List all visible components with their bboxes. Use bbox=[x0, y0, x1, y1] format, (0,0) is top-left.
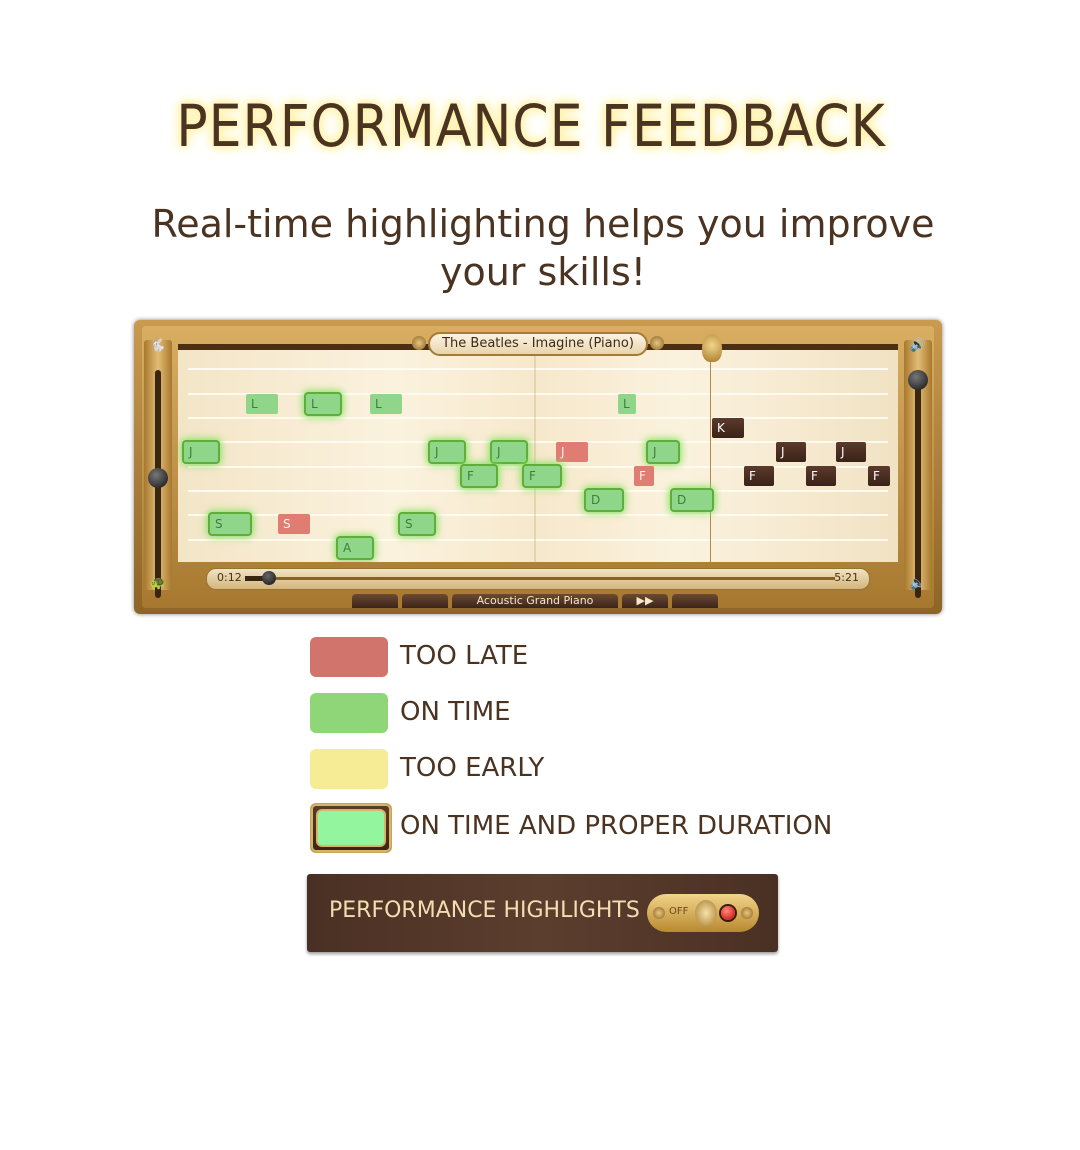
legend-label: TOO LATE bbox=[400, 641, 529, 671]
total-time: 5:21 bbox=[834, 571, 859, 584]
note-upcoming: F bbox=[744, 466, 774, 486]
page-subtitle: Real-time highlighting helps you improve… bbox=[151, 202, 935, 294]
legend-label: ON TIME bbox=[400, 697, 511, 727]
volume-slider-track[interactable] bbox=[908, 370, 928, 598]
note-upcoming: F bbox=[868, 466, 890, 486]
performance-highlights-label: PERFORMANCE HIGHLIGHTS bbox=[329, 898, 640, 923]
note-green: L bbox=[246, 394, 278, 414]
note-red: S bbox=[278, 514, 310, 534]
too-early-swatch bbox=[310, 749, 388, 789]
note-upcoming: J bbox=[776, 442, 806, 462]
performance-highlights-toggle[interactable]: OFF bbox=[647, 894, 759, 932]
note-proper: D bbox=[672, 490, 712, 510]
elapsed-time: 0:12 bbox=[217, 571, 242, 584]
turtle-icon: 🐢 bbox=[149, 576, 167, 591]
too-late-swatch bbox=[310, 637, 388, 677]
progress-bar[interactable]: 0:12 5:21 bbox=[206, 568, 870, 590]
progress-track[interactable] bbox=[245, 577, 835, 580]
speed-slider-knob[interactable] bbox=[148, 468, 168, 488]
progress-thumb[interactable] bbox=[261, 571, 276, 585]
note-upcoming: K bbox=[712, 418, 744, 438]
piano-player: 🐇 🐢 🔊 🔈 LLLLKJJJJJJJFFFFFFDDSSSA The Bea… bbox=[134, 320, 942, 614]
note-red: J bbox=[556, 442, 588, 462]
volume-rail: 🔊 🔈 bbox=[904, 338, 932, 598]
song-title: The Beatles - Imagine (Piano) bbox=[428, 332, 648, 356]
proper-duration-swatch bbox=[310, 803, 392, 853]
note-proper: D bbox=[586, 490, 622, 510]
note-proper: J bbox=[184, 442, 218, 462]
performance-highlights-panel: PERFORMANCE HIGHLIGHTS OFF bbox=[307, 874, 778, 952]
playhead-handle[interactable] bbox=[702, 334, 722, 362]
on-time-swatch bbox=[310, 693, 388, 733]
note-proper: S bbox=[210, 514, 250, 534]
rabbit-icon: 🐇 bbox=[149, 338, 167, 353]
volume-low-icon: 🔈 bbox=[909, 576, 927, 591]
note-proper: J bbox=[492, 442, 526, 462]
bolt-icon bbox=[650, 336, 664, 350]
page-fold bbox=[534, 350, 536, 562]
note-upcoming: F bbox=[806, 466, 836, 486]
note-green: L bbox=[370, 394, 402, 414]
bolt-icon bbox=[412, 336, 426, 350]
toggle-off-label: OFF bbox=[669, 906, 689, 917]
note-proper: F bbox=[524, 466, 560, 486]
note-proper: S bbox=[400, 514, 434, 534]
note-proper: F bbox=[462, 466, 496, 486]
playhead-line bbox=[710, 350, 711, 562]
bolt-icon bbox=[653, 907, 665, 919]
control-button-1[interactable] bbox=[352, 594, 398, 608]
note-red: F bbox=[634, 466, 654, 486]
control-button-2[interactable] bbox=[402, 594, 448, 608]
fast-forward-button[interactable]: ▶▶ bbox=[622, 594, 668, 608]
page-title: PERFORMANCE FEEDBACK bbox=[176, 92, 886, 160]
volume-slider-knob[interactable] bbox=[908, 370, 928, 390]
legend-label: ON TIME AND PROPER DURATION bbox=[400, 811, 833, 841]
note-upcoming: J bbox=[836, 442, 866, 462]
legend-label: TOO EARLY bbox=[400, 753, 545, 783]
toggle-lever-icon[interactable] bbox=[695, 900, 717, 926]
note-proper: J bbox=[430, 442, 464, 462]
control-button-5[interactable] bbox=[672, 594, 718, 608]
note-green: L bbox=[618, 394, 636, 414]
volume-high-icon: 🔊 bbox=[909, 338, 927, 353]
note-proper: A bbox=[338, 538, 372, 558]
instrument-selector[interactable]: Acoustic Grand Piano bbox=[452, 594, 618, 608]
speed-rail: 🐇 🐢 bbox=[144, 338, 172, 598]
note-proper: J bbox=[648, 442, 678, 462]
speed-slider-track[interactable] bbox=[148, 370, 168, 598]
status-led-icon bbox=[721, 906, 735, 920]
note-proper: L bbox=[306, 394, 340, 414]
note-score: LLLLKJJJJJJJFFFFFFDDSSSA bbox=[178, 350, 898, 562]
bolt-icon bbox=[741, 907, 753, 919]
